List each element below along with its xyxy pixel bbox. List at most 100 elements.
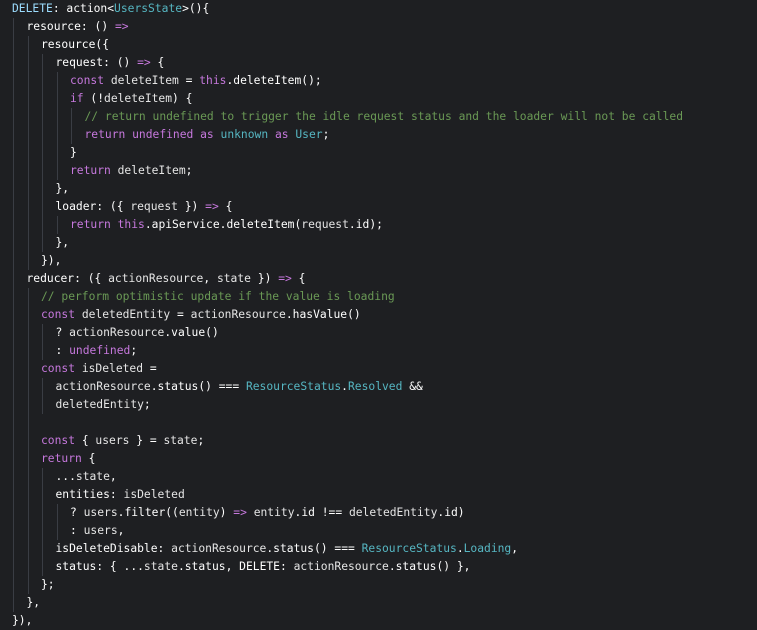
code-token: () [205, 326, 219, 339]
code-token: = [143, 362, 157, 375]
code-token: : [109, 488, 124, 501]
code-line: deletedEntity; [0, 396, 757, 414]
code-token: , [117, 524, 125, 537]
indent-guide [56, 504, 58, 522]
code-line: return { [0, 450, 757, 468]
code-token: resource [26, 20, 81, 33]
indent-guide [13, 594, 14, 612]
indent-guide [13, 558, 14, 576]
code-line: }, [0, 234, 757, 252]
code-line: return undefined as unknown as User; [0, 126, 757, 144]
indent-guide [27, 522, 29, 540]
code-token: status [395, 560, 437, 573]
code-token: reducer [26, 272, 75, 285]
code-token: && [402, 380, 423, 393]
indent-guide [56, 72, 58, 90]
code-token: ; [143, 398, 151, 411]
indent-guide [27, 468, 29, 486]
code-token: ) [219, 506, 234, 519]
code-line: ? users.filter((entity) => entity.id !==… [0, 504, 757, 522]
code-editor[interactable]: DELETE: action<UsersState>(){resource: (… [0, 0, 757, 630]
code-token: ResourceStatus [361, 542, 457, 555]
code-token: entities [55, 488, 110, 501]
code-token: . [144, 218, 152, 231]
indent-guide [56, 126, 58, 144]
indent-guide [42, 396, 43, 414]
indent-guide [42, 144, 43, 162]
code-token: loader [55, 200, 97, 213]
indent-guide [56, 144, 58, 162]
code-token: : { ... [96, 560, 144, 573]
indent-guide [27, 288, 29, 306]
code-token: ) { [172, 92, 193, 105]
code-token: () === [313, 542, 362, 555]
indent-guide [27, 396, 29, 414]
indent-guide [13, 576, 14, 594]
code-token: }), [12, 614, 33, 627]
indent-guide [27, 252, 29, 270]
indent-guide [27, 576, 29, 594]
code-token: } = [129, 434, 164, 447]
code-token: ; [185, 164, 193, 177]
indent-guide [42, 198, 43, 216]
code-token: actionResource [190, 308, 286, 321]
indent-guide [27, 36, 29, 54]
code-line: resource: () => [0, 18, 757, 36]
indent-guide [13, 72, 14, 90]
code-token: UsersState [114, 2, 183, 15]
code-token: action [66, 2, 108, 15]
indent-guide [13, 378, 14, 396]
code-line: ...state, [0, 468, 757, 486]
code-token: actionResource [108, 272, 204, 285]
code-token: undefined [69, 344, 131, 357]
code-token: isDeleted [123, 488, 185, 501]
code-token: deletedEntity [348, 506, 438, 519]
code-token: Loading [463, 542, 512, 555]
indent-guide [13, 288, 14, 306]
indent-guide [42, 216, 43, 234]
indent-guide [13, 414, 14, 432]
code-token: state [216, 272, 251, 285]
code-token: ? [70, 506, 84, 519]
code-token: DELETE [12, 2, 53, 15]
code-token: () [347, 308, 361, 321]
code-line: }, [0, 594, 757, 612]
code-line: request: () => { [0, 54, 757, 72]
code-token: . [388, 560, 396, 573]
indent-guide [27, 432, 29, 450]
code-token: request [301, 218, 349, 231]
code-token: actionResource [55, 380, 151, 393]
code-token: ResourceStatus [245, 380, 342, 393]
indent-guide [27, 306, 29, 324]
code-line: if (!deleteItem) { [0, 90, 757, 108]
code-token: const [41, 308, 82, 321]
code-token: return [41, 452, 89, 465]
code-token: { [150, 56, 165, 69]
code-token: this [117, 218, 145, 231]
code-token: return [70, 218, 118, 231]
code-token: . [341, 380, 348, 393]
code-token: deleteItem [233, 74, 302, 87]
code-token: const [70, 74, 111, 87]
code-token: { [81, 434, 96, 447]
code-token: (( [165, 506, 179, 519]
indent-guide [27, 216, 29, 234]
code-token: Resolved [347, 380, 403, 393]
code-token: actionResource [171, 542, 267, 555]
code-token: DELETE [239, 560, 280, 573]
indent-guide [27, 72, 29, 90]
code-line: actionResource.status() === ResourceStat… [0, 378, 757, 396]
indent-guide [13, 108, 14, 126]
code-token: ) [457, 506, 465, 519]
code-token: { [291, 272, 306, 285]
code-token: entity [253, 506, 295, 519]
indent-guide [13, 270, 14, 288]
code-token: return [70, 164, 118, 177]
indent-guide [42, 486, 43, 504]
indent-guide [13, 360, 14, 378]
code-token: : ({ [74, 272, 109, 285]
code-token: = [178, 74, 200, 87]
code-token: deletedEntity [81, 308, 171, 321]
code-line: ? actionResource.value() [0, 324, 757, 342]
indent-guide [42, 540, 43, 558]
